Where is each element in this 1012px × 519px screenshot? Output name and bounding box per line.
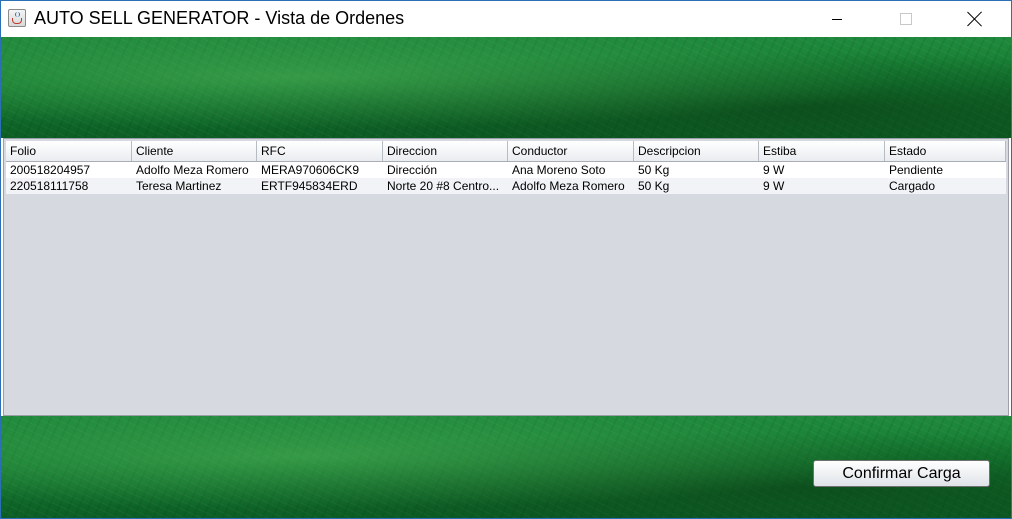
confirm-load-button[interactable]: Confirmar Carga	[813, 460, 990, 487]
cell-descripcion: 50 Kg	[638, 163, 670, 177]
minimize-icon	[832, 18, 842, 20]
cell-cliente: Teresa Martinez	[136, 179, 222, 193]
column-header-cliente[interactable]: Cliente	[132, 141, 257, 161]
column-header-direccion[interactable]: Direccion	[383, 141, 508, 161]
table-row[interactable]: 200518204957 Adolfo Meza Romero MERA9706…	[6, 162, 1006, 178]
column-header-estado[interactable]: Estado	[885, 141, 1006, 161]
cell-direccion: Norte 20 #8 Centro...	[387, 179, 500, 193]
maximize-button[interactable]	[883, 1, 929, 37]
table-row[interactable]: 220518111758 Teresa Martinez ERTF945834E…	[6, 178, 1006, 194]
column-header-folio[interactable]: Folio	[6, 141, 132, 161]
close-button[interactable]	[952, 1, 998, 37]
table-header: Folio Cliente RFC Direccion Conductor De…	[6, 141, 1006, 162]
column-header-rfc[interactable]: RFC	[257, 141, 383, 161]
table-body: 200518204957 Adolfo Meza Romero MERA9706…	[6, 162, 1006, 194]
column-header-conductor[interactable]: Conductor	[508, 141, 634, 161]
app-window: AUTO SELL GENERATOR - Vista de Ordenes F…	[0, 0, 1012, 519]
title-bar[interactable]: AUTO SELL GENERATOR - Vista de Ordenes	[1, 1, 1011, 37]
maximize-icon	[900, 13, 912, 25]
cell-estado: Pendiente	[889, 163, 944, 177]
cell-conductor: Adolfo Meza Romero	[512, 179, 625, 193]
column-header-estiba[interactable]: Estiba	[759, 141, 885, 161]
window-title: AUTO SELL GENERATOR - Vista de Ordenes	[34, 8, 405, 28]
cell-descripcion: 50 Kg	[638, 179, 670, 193]
cell-rfc: ERTF945834ERD	[261, 179, 358, 193]
background-top	[1, 37, 1011, 138]
cell-cliente: Adolfo Meza Romero	[136, 163, 249, 177]
cell-rfc: MERA970606CK9	[261, 163, 360, 177]
orders-table-panel: Folio Cliente RFC Direccion Conductor De…	[3, 138, 1009, 416]
minimize-button[interactable]	[814, 1, 860, 37]
cell-estado: Cargado	[889, 179, 936, 193]
cell-folio: 220518111758	[10, 179, 89, 193]
column-header-descripcion[interactable]: Descripcion	[634, 141, 759, 161]
close-icon	[967, 11, 983, 27]
cell-estiba: 9 W	[763, 179, 785, 193]
cell-direccion: Dirección	[387, 163, 438, 177]
cell-estiba: 9 W	[763, 163, 785, 177]
cell-folio: 200518204957	[10, 163, 91, 177]
cell-conductor: Ana Moreno Soto	[512, 163, 606, 177]
java-cup-icon[interactable]	[8, 9, 26, 27]
